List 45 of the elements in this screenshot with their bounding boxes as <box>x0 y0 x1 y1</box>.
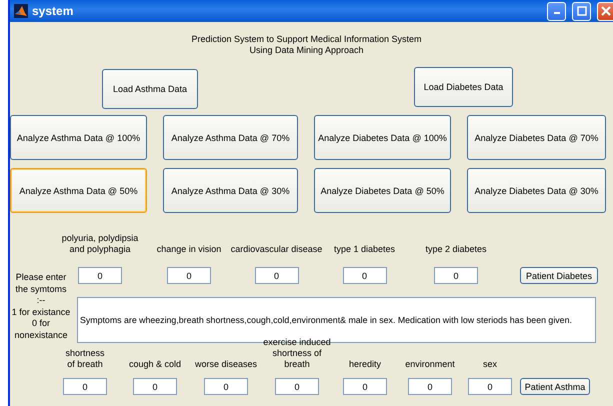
symptom-label: shortness of breath <box>64 348 106 370</box>
symptom-field[interactable]: 0 <box>133 378 177 395</box>
symptom-label: change in vision <box>156 244 222 255</box>
symptom-label: type 1 diabetes <box>334 244 396 255</box>
patient-asthma-button[interactable]: Patient Asthma <box>520 378 590 395</box>
analyze-button[interactable]: Analyze Diabetes Data @ 70% <box>467 115 606 160</box>
patient-diabetes-button[interactable]: Patient Diabetes <box>520 267 598 284</box>
analyze-button[interactable]: Analyze Asthma Data @ 30% <box>163 168 298 213</box>
heading-text: Prediction System to Support Medical Information System <box>191 34 422 45</box>
analyze-button[interactable]: Analyze Diabetes Data @ 30% <box>467 168 606 213</box>
peak-icon <box>14 4 28 18</box>
instructions-text: Please enter the symtoms :-- 1 for existance 0 for nonexistance <box>10 272 72 342</box>
symptom-field[interactable]: 0 <box>254 267 298 284</box>
window-title: system <box>32 4 74 18</box>
symptom-field[interactable]: 0 <box>167 267 211 284</box>
symptom-field[interactable]: 0 <box>63 378 107 395</box>
symptom-label: heredity <box>348 359 382 370</box>
heading-text: Using Data Mining Approach <box>249 45 364 56</box>
symptom-field[interactable]: 0 <box>343 378 387 395</box>
symptom-label: cardiovascular disease <box>230 244 322 255</box>
close-button[interactable] <box>597 2 613 20</box>
symptom-field[interactable]: 0 <box>468 378 512 395</box>
analyze-button[interactable]: Analyze Diabetes Data @ 50% <box>314 168 451 213</box>
analyze-button[interactable]: Analyze Asthma Data @ 100% <box>10 115 147 160</box>
analyze-button[interactable]: Analyze Asthma Data @ 50% <box>10 168 147 213</box>
close-icon <box>600 6 610 16</box>
symptom-field[interactable]: 0 <box>275 378 319 395</box>
symptom-field[interactable]: 0 <box>78 267 122 284</box>
symptom-label: worse diseases <box>194 359 258 370</box>
symptom-field[interactable]: 0 <box>204 378 248 395</box>
symptom-field[interactable]: 0 <box>434 267 478 284</box>
symptom-label: sex <box>482 359 497 370</box>
symptom-label: type 2 diabetes <box>425 244 487 255</box>
analyze-button[interactable]: Analyze Diabetes Data @ 100% <box>314 115 451 160</box>
analyze-button[interactable]: Analyze Asthma Data @ 70% <box>163 115 298 160</box>
symptom-field[interactable]: 0 <box>408 378 452 395</box>
symptom-label: cough & cold <box>128 359 182 370</box>
symptom-label: polyuria, polydipsia and polyphagia <box>60 233 140 255</box>
load-data-button[interactable]: Load Diabetes Data <box>414 67 513 107</box>
maximize-icon <box>576 6 586 16</box>
load-data-button[interactable]: Load Asthma Data <box>102 69 198 109</box>
maximize-button[interactable] <box>572 2 591 20</box>
symptom-label: environment <box>405 359 455 370</box>
minimize-button[interactable] <box>547 2 566 20</box>
symptom-field[interactable]: 0 <box>342 267 386 284</box>
